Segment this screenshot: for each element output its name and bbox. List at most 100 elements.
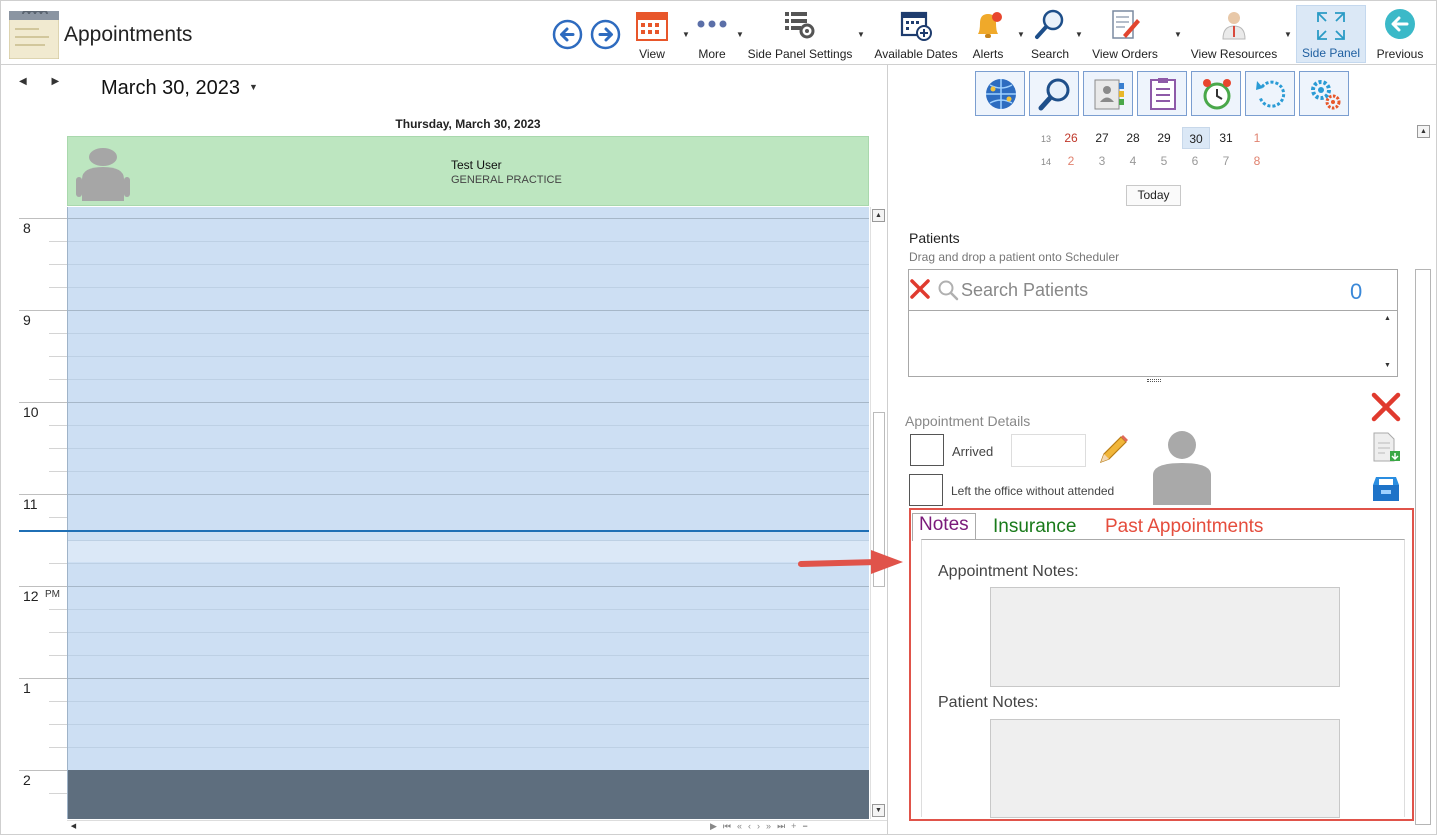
scheduler-vertical-scrollbar[interactable]: ▲ ▼ [870, 207, 887, 819]
calendar-day[interactable]: 27 [1091, 131, 1113, 145]
calendar-day[interactable]: 28 [1122, 131, 1144, 145]
nav-remove-icon[interactable]: − [802, 821, 813, 831]
calendar-day[interactable]: 3 [1091, 154, 1113, 168]
appointment-notes-field[interactable] [990, 587, 1340, 687]
patient-photo-icon [1149, 429, 1215, 505]
calendar-day-selected[interactable]: 30 [1182, 127, 1210, 149]
view-resources-button[interactable]: View Resources [1189, 5, 1279, 63]
calendar-day[interactable]: 1 [1246, 131, 1268, 145]
search-button[interactable]: Search [1028, 5, 1072, 63]
view-button-label: View [639, 47, 665, 61]
search-patients-input[interactable] [961, 278, 1341, 302]
grid-line [68, 333, 869, 334]
cancel-appointment-icon[interactable] [1370, 391, 1402, 428]
tab-past-appointments[interactable]: Past Appointments [1105, 516, 1263, 538]
scroll-left-icon[interactable]: ◀ [67, 821, 80, 834]
alerts-dropdown-icon[interactable]: ▼ [1017, 30, 1025, 39]
nav-prev-page-icon[interactable]: « [737, 821, 748, 831]
tab-insurance[interactable]: Insurance [993, 516, 1076, 538]
calendar-day[interactable]: 26 [1060, 131, 1082, 145]
previous-button[interactable]: Previous [1374, 5, 1426, 63]
document-download-icon[interactable] [1370, 431, 1402, 468]
nav-first-icon[interactable]: ⏮ [723, 821, 737, 831]
date-dropdown-icon[interactable]: ▼ [249, 82, 258, 92]
view-resources-dropdown-icon[interactable]: ▼ [1284, 30, 1292, 39]
alarm-clock-button[interactable] [1191, 71, 1241, 116]
side-panel-label: Side Panel [1301, 46, 1361, 60]
previous-day-icon[interactable]: ◀ [19, 76, 27, 87]
magnifier-button[interactable] [1029, 71, 1079, 116]
contact-card-button[interactable] [1083, 71, 1133, 116]
view-button[interactable]: View [631, 5, 673, 63]
week-number: 13 [1041, 134, 1052, 144]
grid-line [68, 448, 869, 449]
clear-search-icon[interactable] [909, 278, 931, 305]
grid-line [68, 264, 869, 265]
calendar-day[interactable]: 4 [1122, 154, 1144, 168]
globe-network-button[interactable] [975, 71, 1025, 116]
patient-list[interactable]: ▲ ▼ [908, 311, 1398, 377]
more-dots-icon [694, 7, 730, 43]
side-panel-settings-dropdown-icon[interactable]: ▼ [857, 30, 865, 39]
appointment-notes-label: Appointment Notes: [938, 563, 1079, 580]
grid-line [68, 379, 869, 380]
scroll-down-icon[interactable]: ▼ [872, 804, 885, 817]
time-ruler-line [49, 747, 67, 748]
gears-button[interactable] [1299, 71, 1349, 116]
side-panel-button[interactable]: Side Panel [1296, 5, 1366, 63]
scheduler-day-grid[interactable] [67, 207, 869, 819]
nav-last-icon[interactable]: ⏭ [777, 821, 791, 831]
alerts-button[interactable]: Alerts [967, 5, 1009, 63]
view-orders-button[interactable]: View Orders [1089, 5, 1161, 63]
list-scroll-down-icon[interactable]: ▼ [1381, 360, 1394, 373]
next-day-icon[interactable]: ▶ [51, 76, 59, 87]
calendar-day[interactable]: 31 [1215, 131, 1237, 145]
clipboard-list-button[interactable] [1137, 71, 1187, 116]
patient-notes-field[interactable] [990, 719, 1340, 818]
scheduler-date-title[interactable]: March 30, 2023 [101, 77, 240, 100]
left-office-checkbox[interactable] [909, 474, 943, 506]
grid-line [68, 609, 869, 610]
side-panel-scrollbar[interactable] [1415, 269, 1431, 825]
calendar-day[interactable]: 29 [1153, 131, 1175, 145]
search-label: Search [1030, 47, 1070, 61]
view-orders-dropdown-icon[interactable]: ▼ [1174, 30, 1182, 39]
list-scroll-up-icon[interactable]: ▲ [1381, 313, 1394, 326]
forward-arrow-icon[interactable] [590, 19, 621, 50]
list-resize-handle[interactable] [1147, 379, 1161, 382]
grid-hour-line [68, 310, 869, 311]
nav-add-icon[interactable]: + [791, 821, 802, 831]
calendar-day[interactable]: 5 [1153, 154, 1175, 168]
grid-line [68, 471, 869, 472]
nav-next-icon[interactable]: ▶ [710, 821, 723, 831]
more-dropdown-icon[interactable]: ▼ [736, 30, 744, 39]
calendar-day[interactable]: 8 [1246, 154, 1268, 168]
panel-splitter[interactable] [887, 65, 888, 834]
calendar-icon [634, 7, 670, 43]
pencil-icon[interactable] [1096, 433, 1130, 472]
scroll-up-icon[interactable]: ▲ [872, 209, 885, 222]
calendar-day[interactable]: 6 [1184, 154, 1206, 168]
refresh-button[interactable] [1245, 71, 1295, 116]
record-navigator[interactable]: ▶⏮«‹›»⏭+− [710, 821, 888, 834]
nav-next-page-icon[interactable]: » [766, 821, 777, 831]
calendar-day[interactable]: 7 [1215, 154, 1237, 168]
panel-scroll-up-icon[interactable]: ▲ [1417, 125, 1430, 138]
more-button[interactable]: More [691, 5, 733, 63]
back-arrow-icon[interactable] [552, 19, 583, 50]
archive-tray-icon[interactable] [1370, 473, 1402, 510]
search-dropdown-icon[interactable]: ▼ [1075, 30, 1083, 39]
today-button[interactable]: Today [1126, 185, 1181, 206]
arrived-time-field[interactable] [1011, 434, 1086, 467]
available-dates-button[interactable]: Available Dates [871, 5, 961, 63]
arrived-checkbox[interactable] [910, 434, 944, 466]
time-ruler-line [19, 494, 67, 495]
side-panel-settings-button[interactable]: Side Panel Settings [746, 5, 854, 63]
nav-next-item-icon[interactable]: › [757, 821, 766, 831]
view-dropdown-icon[interactable]: ▼ [682, 30, 690, 39]
previous-label: Previous [1376, 47, 1424, 61]
calendar-day[interactable]: 2 [1060, 154, 1082, 168]
user-avatar-icon [76, 143, 130, 203]
nav-prev-icon[interactable]: ‹ [748, 821, 757, 831]
tab-notes[interactable]: Notes [912, 513, 976, 541]
